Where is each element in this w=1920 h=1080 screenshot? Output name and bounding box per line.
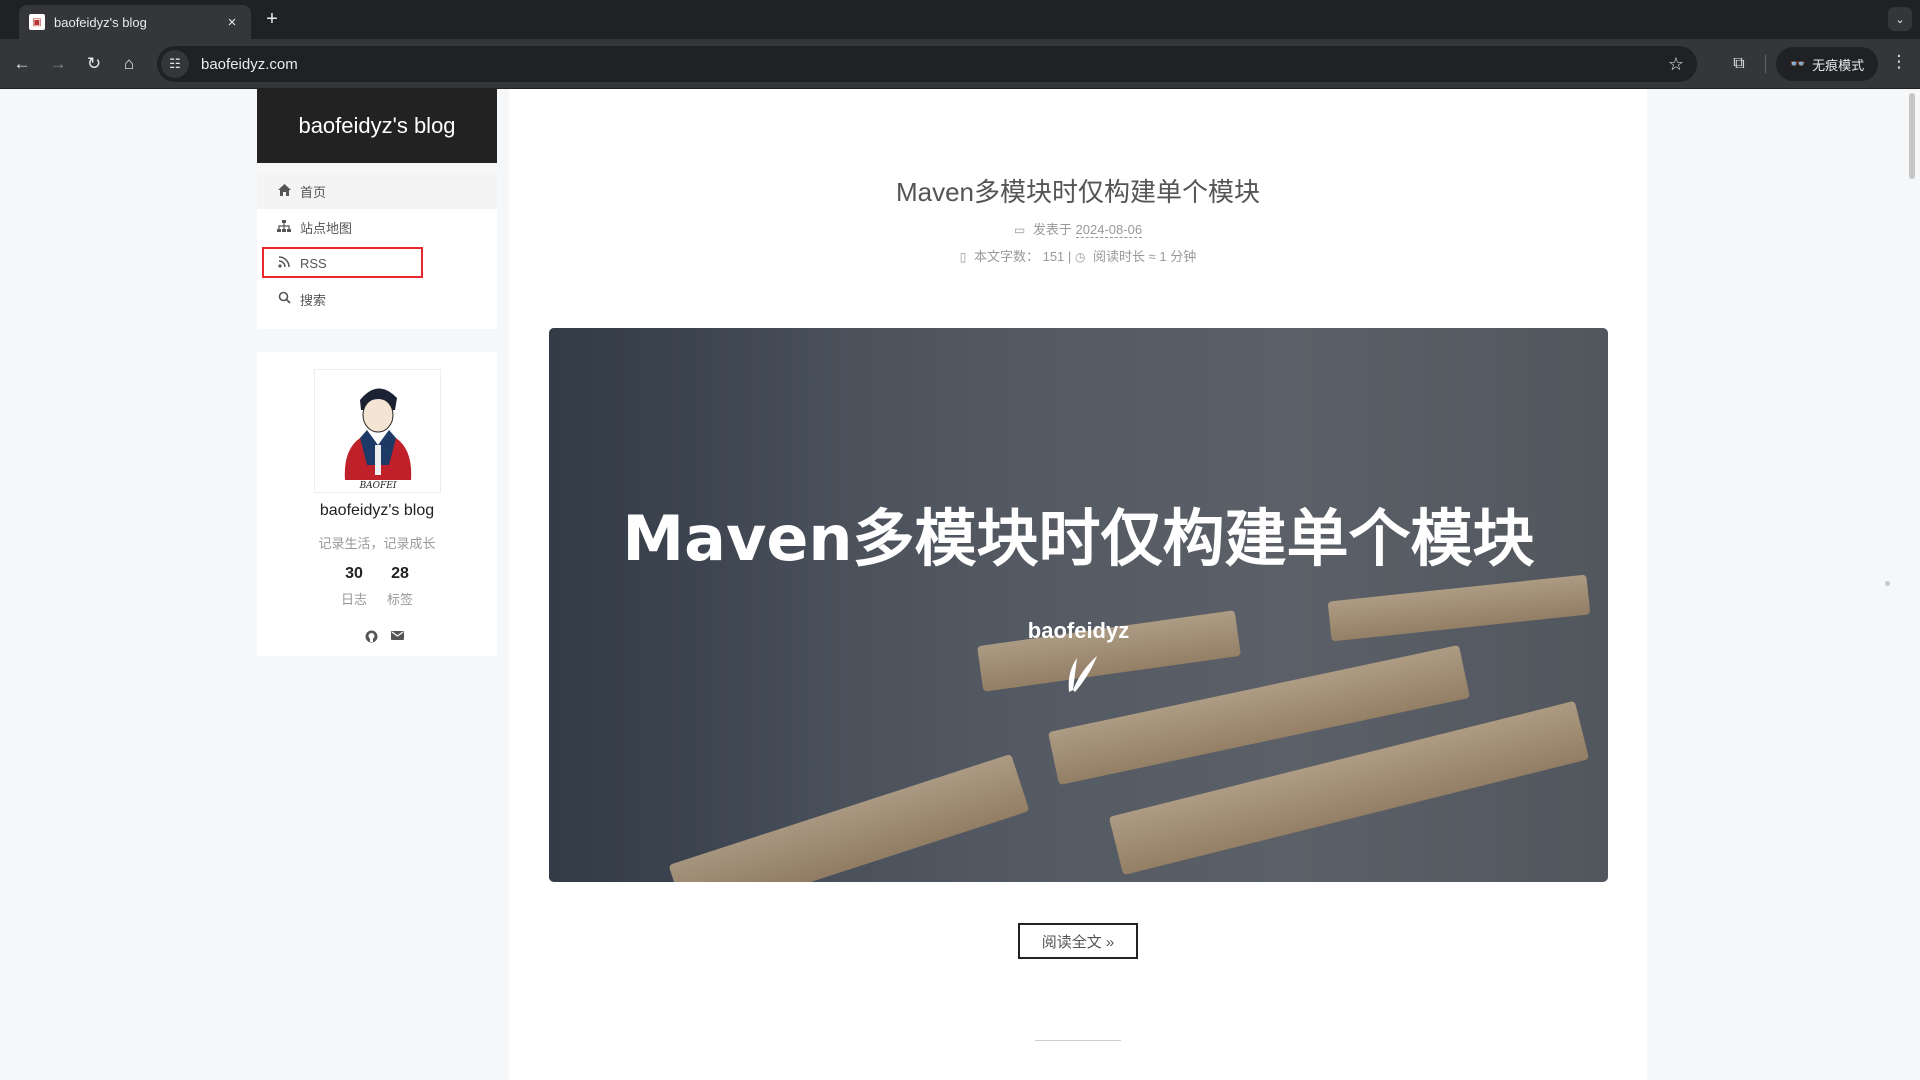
browser-tabbar: ▣ baofeidyz's blog × + ⌄ — [0, 0, 1920, 39]
email-icon[interactable] — [389, 630, 405, 646]
menu-item-home[interactable]: 首页 — [257, 173, 497, 209]
tags-count: 28 — [391, 565, 409, 582]
favicon-icon: ▣ — [29, 14, 45, 30]
menu-item-sitemap[interactable]: 站点地图 — [257, 209, 497, 245]
meta-separator: | — [1067, 249, 1072, 264]
wordcount-value: 151 — [1042, 249, 1065, 264]
stat-posts[interactable]: 30 日志 — [334, 565, 374, 608]
read-more-button[interactable]: 阅读全文 » — [1018, 923, 1138, 959]
author-name: baofeidyz's blog — [319, 502, 435, 519]
address-bar[interactable]: ☷ baofeidyz.com ☆ — [157, 46, 1697, 82]
published-label: 发表于 — [1032, 222, 1072, 237]
calendar-icon: ▭ — [1013, 223, 1026, 237]
file-icon: ▯ — [959, 250, 967, 264]
tab-close-button[interactable]: × — [223, 14, 241, 31]
search-icon — [277, 291, 291, 307]
readtime-value: 1 分钟 — [1159, 249, 1197, 264]
published-date: 2024-08-06 — [1075, 222, 1143, 238]
menu-item-label: 站点地图 — [300, 220, 353, 236]
scroll-indicator-dot — [1885, 581, 1890, 586]
author-avatar[interactable]: BAOFEI — [314, 369, 441, 493]
main-content: Maven多模块时仅构建单个模块 ▭ 发表于 2024-08-06 ▯ 本文字数… — [509, 89, 1647, 1080]
site-info-icon[interactable]: ☷ — [161, 50, 189, 78]
bookmark-star-icon[interactable]: ☆ — [1661, 54, 1691, 75]
incognito-icon: 👓 — [1789, 56, 1807, 71]
wordcount-label: 本文字数： — [973, 249, 1039, 264]
browser-tab[interactable]: ▣ baofeidyz's blog × — [19, 5, 251, 39]
back-button[interactable]: ← — [10, 52, 34, 76]
menu-item-label: 首页 — [300, 184, 327, 200]
svg-text:BAOFEI: BAOFEI — [359, 481, 397, 491]
tags-label: 标签 — [386, 592, 413, 607]
feather-icon — [1068, 656, 1097, 692]
post-meta-stats: ▯ 本文字数： 151 | ◷ 阅读时长 ≈ 1 分钟 — [509, 246, 1647, 265]
post-divider — [1035, 1040, 1121, 1041]
browser-menu-button[interactable]: ⋮ — [1888, 52, 1910, 72]
sidebar-menu: 首页 站点地图 RSS 搜索 — [257, 173, 497, 329]
author-panel: BAOFEI baofeidyz's blog 记录生活，记录成长 30 日志 … — [257, 352, 497, 656]
menu-item-search[interactable]: 搜索 — [257, 281, 497, 317]
posts-count: 30 — [345, 565, 363, 582]
menu-item-rss[interactable]: RSS — [257, 245, 497, 281]
post-meta-date: ▭ 发表于 2024-08-06 — [509, 219, 1647, 238]
menu-item-label: 搜索 — [300, 292, 327, 308]
github-icon[interactable] — [363, 630, 379, 646]
extensions-icon[interactable]: ⧉ — [1726, 51, 1752, 77]
site-title[interactable]: baofeidyz's blog — [298, 113, 455, 139]
post-title[interactable]: Maven多模块时仅构建单个模块 — [509, 172, 1647, 209]
home-button[interactable]: ⌂ — [117, 52, 141, 76]
clock-icon: ◷ — [1074, 250, 1086, 264]
tab-search-button[interactable]: ⌄ — [1888, 7, 1912, 31]
stat-tags[interactable]: 28 标签 — [380, 565, 420, 608]
reload-button[interactable]: ↻ — [82, 52, 106, 76]
scrollbar-thumb[interactable] — [1909, 93, 1915, 179]
readtime-label: 阅读时长 ≈ — [1093, 249, 1156, 264]
banner-brand: baofeidyz — [1027, 618, 1130, 643]
site-brand[interactable]: baofeidyz's blog — [257, 89, 497, 163]
forward-button[interactable]: → — [46, 52, 70, 76]
home-icon — [277, 183, 291, 199]
banner-shade — [549, 328, 829, 882]
incognito-label: 无痕模式 — [1812, 57, 1865, 73]
rss-highlight-box — [262, 247, 423, 278]
author-description: 记录生活，记录成长 — [318, 536, 436, 551]
url-text[interactable]: baofeidyz.com — [201, 56, 1661, 73]
page-scrollbar[interactable] — [1904, 89, 1920, 1080]
post-cover-image[interactable]: Maven多模块时仅构建单个模块 baofeidyz — [549, 328, 1608, 882]
browser-toolbar: ← → ↻ ⌂ ☷ baofeidyz.com ☆ ⧉ 👓 无痕模式 ⋮ — [0, 39, 1920, 89]
sitemap-icon — [277, 219, 291, 235]
posts-label: 日志 — [340, 592, 367, 607]
page-viewport: baofeidyz's blog 首页 站点地图 RSS 搜索 BAOFEI b… — [0, 89, 1920, 1080]
banner-title: Maven多模块时仅构建单个模块 — [622, 502, 1535, 575]
tab-title: baofeidyz's blog — [54, 14, 147, 30]
new-tab-button[interactable]: + — [262, 8, 282, 31]
toolbar-divider — [1765, 55, 1766, 73]
incognito-badge[interactable]: 👓 无痕模式 — [1776, 47, 1878, 81]
